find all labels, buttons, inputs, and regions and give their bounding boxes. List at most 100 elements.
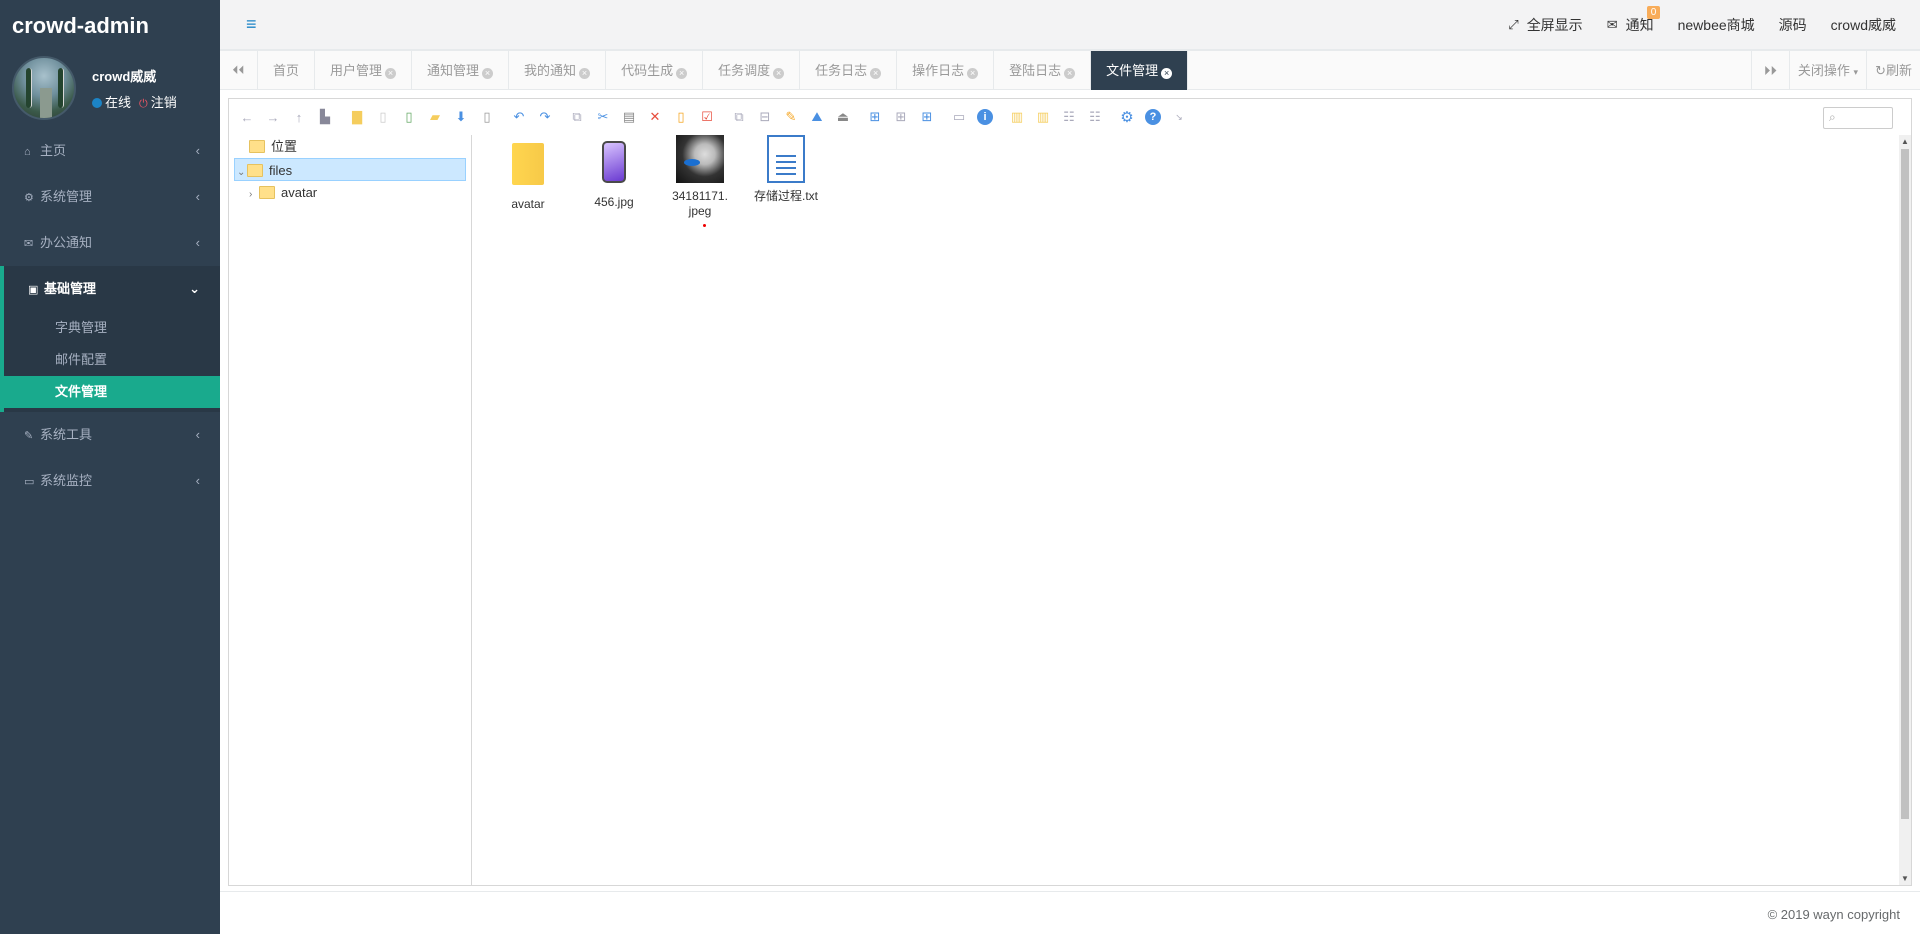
tab-user[interactable]: 用户管理 × (315, 51, 413, 90)
extract-icon[interactable]: ⏏ (835, 109, 851, 125)
tab-codegen[interactable]: 代码生成 × (606, 51, 704, 90)
scrollbar[interactable]: ▲ ▼ (1899, 135, 1911, 885)
download-icon[interactable]: ⬇ (453, 109, 469, 125)
tab-file-manager[interactable]: 文件管理 × (1091, 51, 1189, 90)
info-icon[interactable]: i (977, 109, 993, 125)
rename-icon[interactable]: ⊟ (757, 109, 773, 125)
sidebar-subitem-dict[interactable]: 字典管理 (4, 312, 220, 344)
sidebar-item-tools[interactable]: ✎ 系统工具 ‹ (0, 412, 220, 458)
back-icon[interactable]: ← (239, 109, 255, 125)
folder-tree: 位置 ⌄ files › avatar (229, 135, 472, 885)
close-icon[interactable]: × (1161, 68, 1173, 79)
notify-link[interactable]: ✉ 通知 0 (1607, 6, 1661, 35)
upload-icon[interactable]: ▯ (479, 109, 495, 125)
file-manager: ← → ↑ ▙ ▇ ▯ ▯ ▰ ⬇ ▯ ↶ ↷ ⧉ ✂ ▤ ✕ ▯ ☑ ⧉ ⊟ … (228, 98, 1912, 886)
edit-icon[interactable]: ✎ (783, 109, 799, 125)
redo-icon[interactable]: ↷ (537, 109, 553, 125)
file-grid: avatar 456.jpg 34181171.jpeg 存储过程.txt (485, 135, 829, 227)
tree-root[interactable]: 位置 (229, 135, 471, 158)
new-doc-icon[interactable]: ▯ (401, 109, 417, 125)
select-icon[interactable]: ☑ (699, 109, 715, 125)
chevron-left-icon: ‹ (195, 143, 200, 158)
sidebar-item-home[interactable]: ⌂ 主页 ‹ (0, 128, 220, 174)
tree-node-files[interactable]: ⌄ files (234, 158, 466, 181)
forward-icon[interactable]: → (265, 109, 281, 125)
tab-oper-log[interactable]: 操作日志 × (897, 51, 995, 90)
preview-icon[interactable]: ▭ (951, 109, 967, 125)
close-icon[interactable]: × (967, 68, 979, 79)
archive-icon[interactable]: ⛰ (809, 109, 825, 125)
open-folder-icon[interactable]: ▰ (427, 109, 443, 125)
close-icon[interactable]: × (1064, 68, 1076, 79)
close-tabs-dropdown[interactable]: 关闭操作 ▾ (1788, 51, 1866, 90)
tab-label: 登陆日志 (1009, 63, 1062, 78)
sidebar-item-notice[interactable]: ✉ 办公通知 ‹ (0, 220, 220, 266)
shop-link[interactable]: newbee商城 (1678, 15, 1755, 35)
settings-icon[interactable]: ⚙ (1119, 109, 1135, 126)
up-icon[interactable]: ↑ (291, 109, 307, 125)
select-all-icon[interactable]: ⊞ (867, 109, 883, 125)
file-item[interactable]: avatar (485, 135, 571, 227)
tabs-scroll-left-icon[interactable]: ⏴⏴ (220, 51, 258, 90)
new-folder-icon[interactable]: ▇ (349, 109, 365, 125)
close-icon[interactable]: × (385, 68, 397, 79)
logout-icon[interactable]: ⏻ (139, 98, 148, 110)
duplicate-icon[interactable]: ⧉ (731, 109, 747, 125)
home-folder-icon[interactable]: ▙ (317, 109, 333, 125)
sidebar-item-monitor[interactable]: ▭ 系统监控 ‹ (0, 458, 220, 504)
scrollbar-thumb[interactable] (1901, 149, 1909, 819)
tab-label: 任务日志 (815, 63, 868, 78)
close-icon[interactable]: × (579, 68, 591, 79)
tree-node-avatar[interactable]: › avatar (229, 181, 471, 204)
sidebar-item-basic[interactable]: ▣ 基础管理 ⌄ (4, 266, 220, 312)
tab-login-log[interactable]: 登陆日志 × (994, 51, 1092, 90)
copy-icon[interactable]: ⧉ (569, 109, 585, 125)
close-icon[interactable]: × (870, 68, 882, 79)
empty-icon[interactable]: ▯ (673, 109, 689, 125)
cut-icon[interactable]: ✂ (595, 109, 611, 125)
source-link[interactable]: 源码 (1779, 15, 1807, 35)
chevron-down-icon: ⌄ (189, 281, 200, 296)
tab-notice[interactable]: 通知管理 × (412, 51, 510, 90)
help-icon[interactable]: ? (1145, 109, 1161, 125)
tabs-scroll-right-icon[interactable]: ⏵⏵ (1750, 51, 1789, 90)
fullscreen-link[interactable]: ⤢ 全屏显示 (1508, 15, 1582, 35)
menu-toggle-icon[interactable]: ≡ (246, 14, 257, 35)
close-icon[interactable]: × (773, 68, 785, 79)
avatar[interactable] (12, 56, 76, 120)
user-link[interactable]: crowd威威 (1831, 15, 1896, 35)
tab-job[interactable]: 任务调度 × (703, 51, 801, 90)
folder-icon (512, 143, 544, 185)
columns-icon[interactable]: ☷ (1087, 109, 1103, 125)
sidebar-item-system[interactable]: ⚙ 系统管理 ‹ (0, 174, 220, 220)
tab-home[interactable]: 首页 (258, 51, 316, 90)
delete-icon[interactable]: ✕ (647, 109, 663, 125)
paste-icon[interactable]: ▤ (621, 109, 637, 125)
file-search-input[interactable]: ⌕ (1823, 107, 1893, 129)
new-file-icon[interactable]: ▯ (375, 109, 391, 125)
select-none-icon[interactable]: ⊞ (893, 109, 909, 125)
sort-icon[interactable]: ☷ (1061, 109, 1077, 125)
close-icon[interactable]: × (482, 68, 494, 79)
image-thumbnail (676, 135, 724, 183)
tab-job-log[interactable]: 任务日志 × (800, 51, 898, 90)
close-icon[interactable]: × (676, 68, 688, 79)
file-item[interactable]: 34181171.jpeg (657, 135, 743, 227)
undo-icon[interactable]: ↶ (511, 109, 527, 125)
scroll-down-icon[interactable]: ▼ (1901, 874, 1909, 883)
sidebar-subitem-mail[interactable]: 邮件配置 (4, 344, 220, 376)
logout-link[interactable]: 注销 (151, 95, 177, 110)
file-item[interactable]: 456.jpg (571, 135, 657, 227)
notify-badge: 0 (1646, 6, 1661, 19)
invert-select-icon[interactable]: ⊞ (919, 109, 935, 125)
scroll-up-icon[interactable]: ▲ (1901, 137, 1909, 146)
file-name: avatar (511, 197, 545, 211)
profile-status-row: 在线 ⏻ 注销 (92, 92, 177, 111)
refresh-button[interactable]: ↻刷新 (1866, 51, 1920, 90)
file-item[interactable]: 存储过程.txt (743, 135, 829, 227)
tab-my-notice[interactable]: 我的通知 × (509, 51, 607, 90)
view-list-icon[interactable]: ▥ (1035, 109, 1051, 125)
view-icon[interactable]: ▥ (1009, 109, 1025, 125)
sidebar-subitem-files[interactable]: 文件管理 (0, 376, 220, 408)
fullscreen-icon[interactable]: ↘ (1171, 109, 1187, 125)
